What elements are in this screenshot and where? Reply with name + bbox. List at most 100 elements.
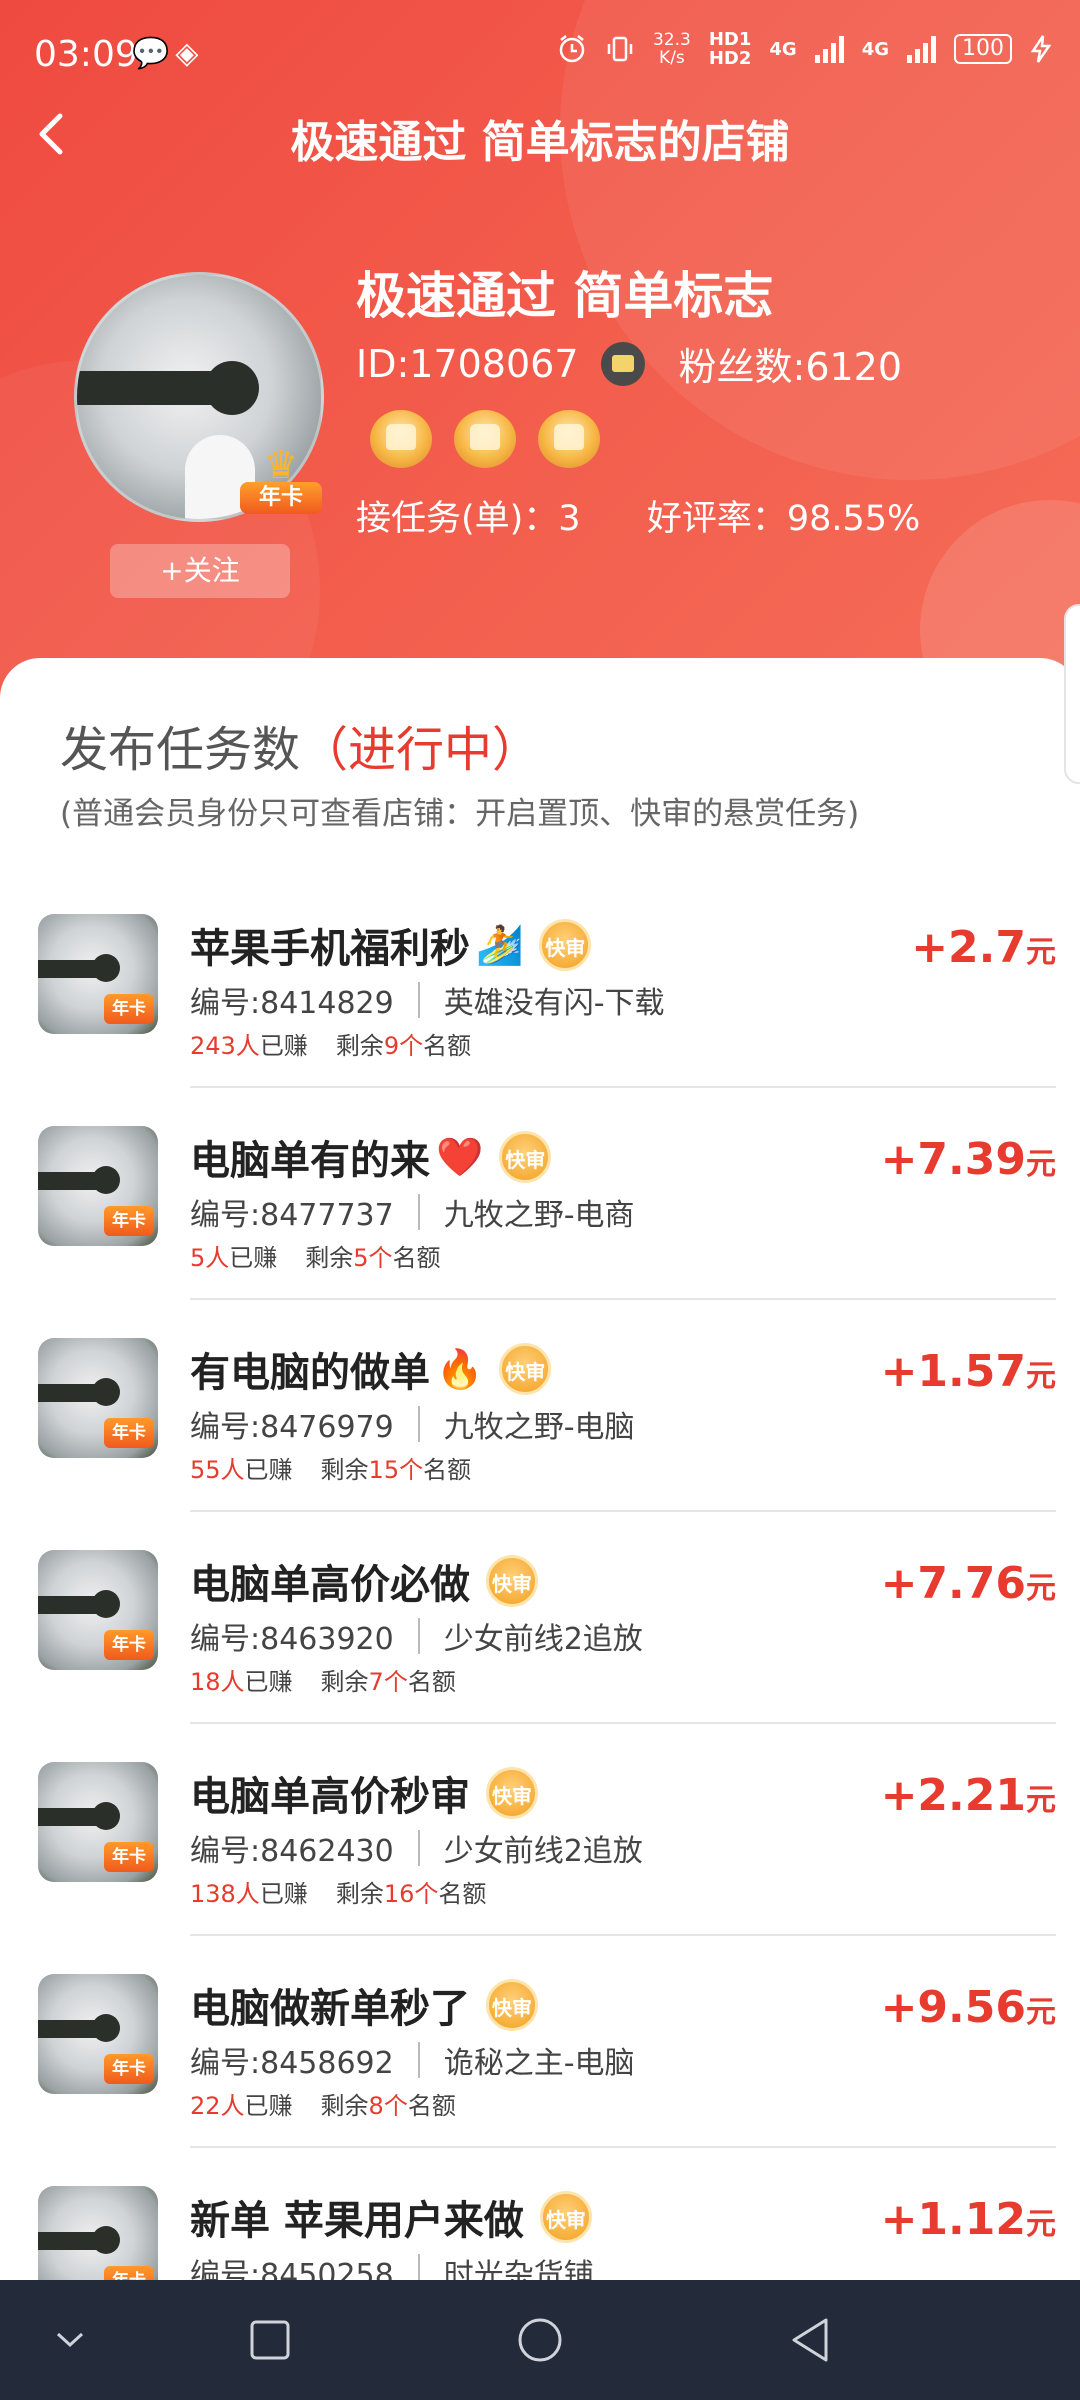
reward-unit: 元 (1026, 1147, 1056, 1182)
task-meta: 编号:8476979 九牧之野-电脑 (190, 1402, 635, 1446)
task-title: 电脑做新单秒了 (190, 1986, 470, 2032)
divider (417, 1194, 420, 1230)
quick-review-badge: 快审 (486, 1555, 538, 1607)
reward-unit: 元 (1026, 1359, 1056, 1394)
task-title: 电脑单有的来 (190, 1138, 430, 1184)
task-number: 编号:8476979 (190, 1410, 394, 1445)
divider (417, 982, 420, 1018)
task-game: 九牧之野-电商 (443, 1198, 635, 1233)
reward-amount: +9.56 (880, 1982, 1026, 2033)
signal-bars-icon-2 (907, 35, 936, 63)
signal-4g-label-2: 4G (861, 38, 889, 60)
reward-amount: +1.57 (880, 1346, 1026, 1397)
reward-unit: 元 (1026, 2207, 1056, 2242)
reward-unit: 元 (1026, 1995, 1056, 2030)
task-title-row: 有电脑的做单 🔥 快审 (190, 1340, 552, 1398)
nav-collapse-button[interactable] (30, 2280, 110, 2400)
nav-recents-button[interactable] (230, 2280, 310, 2400)
divider (417, 1406, 420, 1442)
task-row[interactable]: 年卡 电脑单高价必做 快审 编号:8463920 少女前线2追放 18人已赚 剩余7个名额 +… (0, 1550, 1080, 1762)
annual-card-tag: 年卡 (104, 1206, 154, 1236)
nav-home-button[interactable] (500, 2280, 580, 2400)
shop-avatar-wrapper[interactable]: ♛ 年卡 (74, 272, 324, 522)
alarm-icon (559, 35, 585, 63)
task-number: 编号:8458692 (190, 2046, 394, 2081)
task-meta: 编号:8462430 少女前线2追放 (190, 1826, 643, 1870)
annual-card-tag: 年卡 (104, 1842, 154, 1872)
shop-id-row: ID:1708067 粉丝数:6120 (356, 336, 902, 391)
battery-icon: 100 (954, 34, 1012, 64)
annual-card-badge: ♛ 年卡 (236, 446, 326, 518)
task-title: 苹果手机福利秒 (190, 926, 470, 972)
signal-4g-label: 4G (769, 38, 797, 60)
fans-count: 粉丝数:6120 (678, 345, 903, 389)
section-status: （进行中） (300, 722, 541, 778)
task-title-row: 苹果手机福利秒 🏄 快审 (190, 916, 592, 974)
shop-id: ID:1708067 (356, 341, 579, 386)
task-row[interactable]: 年卡 电脑单高价秒审 快审 编号:8462430 少女前线2追放 138人已赚 剩余16个名… (0, 1762, 1080, 1974)
nav-back-button[interactable] (770, 2280, 850, 2400)
task-thumbnail: 年卡 (38, 1338, 158, 1458)
crown-icon (538, 410, 600, 468)
task-reward: +2.7元 (911, 922, 1056, 973)
earned-count: 5人 (190, 1244, 230, 1272)
task-reward: +1.57元 (881, 1346, 1056, 1397)
task-game: 英雄没有闪-下载 (443, 986, 665, 1021)
earned-count: 18人 (190, 1668, 245, 1696)
page-title: 极速通过 简单标志的店铺 (290, 117, 790, 168)
annual-card-tag: 年卡 (104, 1418, 154, 1448)
task-game: 少女前线2追放 (443, 1622, 643, 1657)
task-title-row: 电脑单有的来 ❤️ 快审 (190, 1128, 552, 1186)
task-reward: +9.56元 (881, 1982, 1056, 2033)
shop-stats: 接任务(单)：3 好评率：98.55% (356, 490, 920, 541)
remaining-count: 16个 (383, 1880, 439, 1908)
reward-amount: +2.21 (880, 1770, 1026, 1821)
task-meta: 编号:8458692 诡秘之主-电脑 (190, 2038, 635, 2082)
task-thumbnail: 年卡 (38, 1974, 158, 2094)
status-bar: 03:09 💬◈ 32.3 K/s HD1 HD2 4G 4G 100 (0, 0, 1080, 110)
charging-icon (1030, 35, 1052, 63)
annual-card-tag: 年卡 (104, 2054, 154, 2084)
reward-amount: +7.76 (880, 1558, 1026, 1609)
task-number: 编号:8414829 (190, 986, 394, 1021)
task-game: 九牧之野-电脑 (443, 1410, 635, 1445)
follow-button[interactable]: +关注 (110, 544, 290, 598)
divider (417, 2042, 420, 2078)
task-row[interactable]: 年卡 苹果手机福利秒 🏄 快审 编号:8414829 英雄没有闪-下载 243人已赚 剩余9个… (0, 914, 1080, 1126)
task-number: 编号:8477737 (190, 1198, 394, 1233)
task-progress: 5人已赚 剩余5个名额 (190, 1244, 441, 1272)
task-row[interactable]: 年卡 电脑做新单秒了 快审 编号:8458692 诡秘之主-电脑 22人已赚 剩余8个名额 +… (0, 1974, 1080, 2186)
task-title-row: 新单 苹果用户来做 快审 (190, 2188, 592, 2246)
earned-count: 22人 (190, 2092, 245, 2120)
row-divider (190, 1722, 1056, 1724)
task-reward: +7.76元 (881, 1558, 1056, 1609)
task-progress: 55人已赚 剩余15个名额 (190, 1456, 472, 1484)
task-title: 电脑单高价秒审 (190, 1774, 470, 1820)
tasks-count: 接任务(单)：3 (356, 499, 581, 539)
verified-id-icon (600, 341, 645, 386)
remaining-count: 9个 (383, 1032, 424, 1060)
task-thumbnail: 年卡 (38, 1550, 158, 1670)
task-meta: 编号:8477737 九牧之野-电商 (190, 1190, 635, 1234)
remaining-count: 5个 (353, 1244, 393, 1272)
remaining-count: 7个 (368, 1668, 408, 1696)
rating: 好评率：98.55% (646, 499, 921, 539)
task-row[interactable]: 年卡 电脑单有的来 ❤️ 快审 编号:8477737 九牧之野-电商 5人已赚 剩余5个名额 +… (0, 1126, 1080, 1338)
task-emoji: 🔥 (436, 1346, 484, 1391)
quick-review-badge: 快审 (539, 2191, 592, 2243)
quick-review-badge: 快审 (539, 919, 592, 971)
quick-review-badge: 快审 (499, 1131, 552, 1183)
earned-count: 243人 (190, 1032, 260, 1060)
task-title-row: 电脑做新单秒了 快审 (190, 1976, 538, 2034)
hd-indicator: HD1 HD2 (708, 29, 752, 69)
task-row[interactable]: 年卡 有电脑的做单 🔥 快审编号:8476979 九牧之野-电脑 55人已赚 剩余15个名… (0, 1338, 1080, 1550)
task-title: 有电脑的做单 (190, 1350, 430, 1396)
divider (417, 1618, 420, 1654)
section-title: 发布任务数（进行中） (60, 722, 541, 778)
row-divider (190, 1510, 1056, 1512)
shop-name: 极速通过 简单标志 (356, 267, 774, 325)
task-emoji: 🏄 (476, 922, 524, 967)
circle-icon (518, 2318, 562, 2362)
task-thumbnail: 年卡 (38, 1126, 158, 1246)
side-drawer-handle[interactable] (1064, 604, 1080, 784)
